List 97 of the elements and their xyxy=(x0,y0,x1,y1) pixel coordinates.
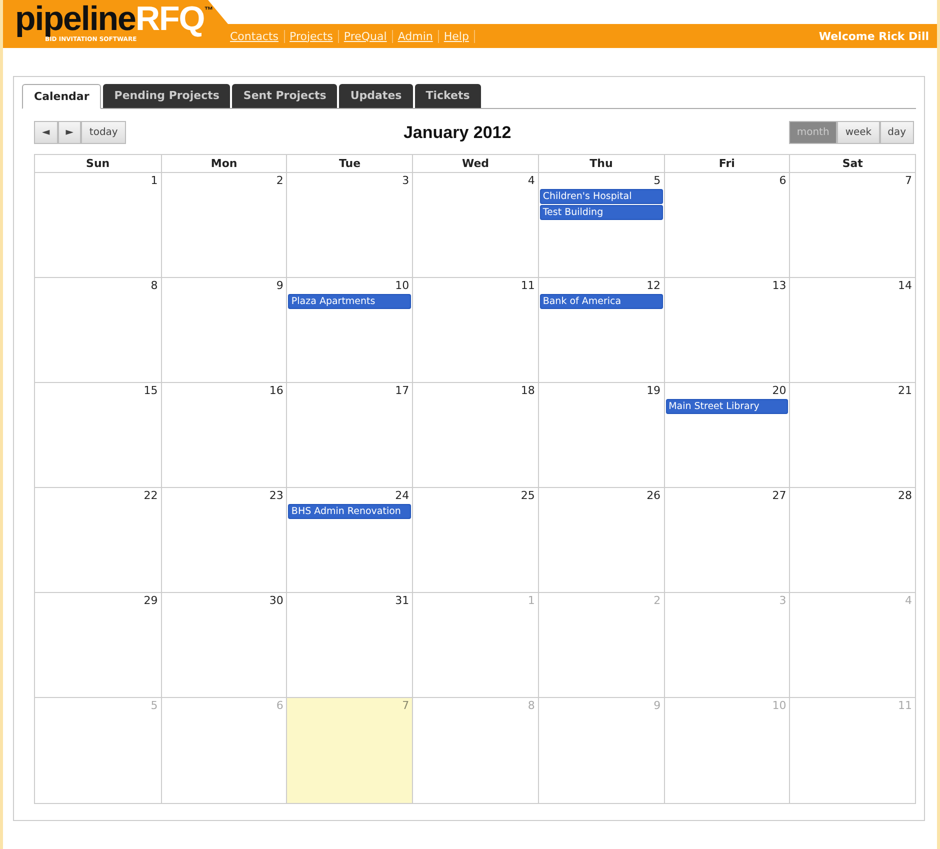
day-cell[interactable]: 29 xyxy=(35,593,161,698)
day-cell[interactable]: 26 xyxy=(538,488,664,593)
tab[interactable]: Updates xyxy=(339,84,413,108)
day-number: 11 xyxy=(897,699,913,714)
weekday-header: Fri xyxy=(664,155,790,173)
day-number: 5 xyxy=(652,174,662,189)
view-button[interactable]: day xyxy=(880,121,914,144)
day-number: 9 xyxy=(275,279,284,294)
day-cell[interactable]: 30 xyxy=(160,593,286,698)
calendar-event[interactable]: Children's Hospital xyxy=(540,189,663,204)
welcome-text: Welcome Rick Dill xyxy=(818,30,929,42)
day-cell[interactable]: 12 Bank of America xyxy=(538,278,664,383)
day-number: 26 xyxy=(646,489,662,504)
day-cell[interactable]: 28 xyxy=(789,488,915,593)
day-cell[interactable]: 15 xyxy=(35,383,161,488)
today-button[interactable]: today xyxy=(81,121,126,144)
tab[interactable]: Pending Projects xyxy=(103,84,230,108)
day-number: 3 xyxy=(778,594,788,609)
day-number: 14 xyxy=(897,279,913,294)
day-number: 4 xyxy=(526,174,536,189)
day-number: 3 xyxy=(401,174,410,189)
day-cell[interactable]: 25 xyxy=(412,488,538,593)
weekday-header: Tue xyxy=(286,155,412,173)
calendar-event[interactable]: Plaza Apartments xyxy=(288,294,412,309)
day-number: 21 xyxy=(897,384,913,399)
tab[interactable]: Tickets xyxy=(414,84,481,108)
day-number: 10 xyxy=(771,699,788,714)
day-cell[interactable]: 14 xyxy=(789,278,915,383)
tab[interactable]: Sent Projects xyxy=(232,84,338,108)
calendar-event[interactable]: Main Street Library xyxy=(666,399,788,414)
day-cell[interactable]: 9 xyxy=(160,278,286,383)
day-number: 13 xyxy=(771,279,788,294)
day-cell[interactable]: 18 xyxy=(412,383,538,488)
day-number: 31 xyxy=(394,594,410,609)
day-number: 7 xyxy=(904,174,913,189)
previous-button[interactable]: ◄ xyxy=(34,121,58,144)
day-cell[interactable]: 27 xyxy=(664,488,790,593)
next-button[interactable]: ► xyxy=(58,121,82,144)
day-number: 7 xyxy=(401,699,410,714)
day-number: 8 xyxy=(150,279,159,294)
day-cell[interactable]: 1 xyxy=(35,173,161,278)
day-cell[interactable]: 16 xyxy=(160,383,286,488)
weekday-header: Sat xyxy=(789,155,915,173)
day-number: 22 xyxy=(142,489,159,504)
day-number: 1 xyxy=(150,174,159,189)
day-cell[interactable]: 3 xyxy=(286,173,412,278)
weekday-header: Wed xyxy=(412,155,538,173)
day-number: 30 xyxy=(268,594,284,609)
day-number: 20 xyxy=(771,384,788,399)
day-cell[interactable]: 2 xyxy=(160,173,286,278)
day-cell[interactable]: 19 xyxy=(538,383,664,488)
day-number: 28 xyxy=(897,489,913,504)
day-number: 11 xyxy=(520,279,536,294)
day-cell[interactable]: 11 xyxy=(412,278,538,383)
day-number: 25 xyxy=(520,489,536,504)
day-number: 17 xyxy=(394,384,410,399)
day-number: 5 xyxy=(150,699,159,714)
day-number: 10 xyxy=(394,279,410,294)
day-cell[interactable]: 22 xyxy=(35,488,161,593)
day-number: 4 xyxy=(904,594,913,609)
day-number: 29 xyxy=(142,594,159,609)
day-cell[interactable]: 8 xyxy=(35,278,161,383)
calendar-event[interactable]: Test Building xyxy=(540,205,663,220)
tab[interactable]: Calendar xyxy=(22,84,102,109)
day-cell[interactable]: 4 xyxy=(412,173,538,278)
calendar-event[interactable]: BHS Admin Renovation xyxy=(288,504,412,519)
day-number: 16 xyxy=(268,384,284,399)
day-number: 18 xyxy=(520,384,536,399)
month-title: January 2012 xyxy=(403,122,512,142)
calendar-event[interactable]: Bank of America xyxy=(540,294,663,309)
day-number: 6 xyxy=(778,174,788,189)
day-cell[interactable]: 20 Main Street Library xyxy=(664,383,790,488)
day-number: 2 xyxy=(275,174,284,189)
day-number: 8 xyxy=(526,699,536,714)
day-number: 15 xyxy=(142,384,159,399)
day-number: 23 xyxy=(268,489,284,504)
day-cell[interactable]: 10 Plaza Apartments xyxy=(286,278,412,383)
day-number: 2 xyxy=(652,594,662,609)
day-number: 24 xyxy=(394,489,410,504)
weekday-header: Mon xyxy=(160,155,286,173)
day-cell[interactable]: 7 xyxy=(789,173,915,278)
day-cell[interactable]: 6 xyxy=(664,173,790,278)
weekday-header: Thu xyxy=(538,155,664,173)
day-number: 12 xyxy=(646,279,662,294)
weekday-header: Sun xyxy=(35,155,161,173)
day-cell[interactable]: 5 Children's Hospital Test Building xyxy=(538,173,664,278)
day-cell[interactable]: 24 BHS Admin Renovation xyxy=(286,488,412,593)
day-cell[interactable]: 17 xyxy=(286,383,412,488)
view-button[interactable]: week xyxy=(837,121,880,144)
day-cell[interactable]: 21 xyxy=(789,383,915,488)
day-cell[interactable]: 13 xyxy=(664,278,790,383)
day-number: 19 xyxy=(646,384,662,399)
day-number: 9 xyxy=(652,699,662,714)
day-cell[interactable]: 23 xyxy=(160,488,286,593)
day-number: 27 xyxy=(771,489,788,504)
day-number: 6 xyxy=(275,699,284,714)
day-number: 1 xyxy=(526,594,536,609)
